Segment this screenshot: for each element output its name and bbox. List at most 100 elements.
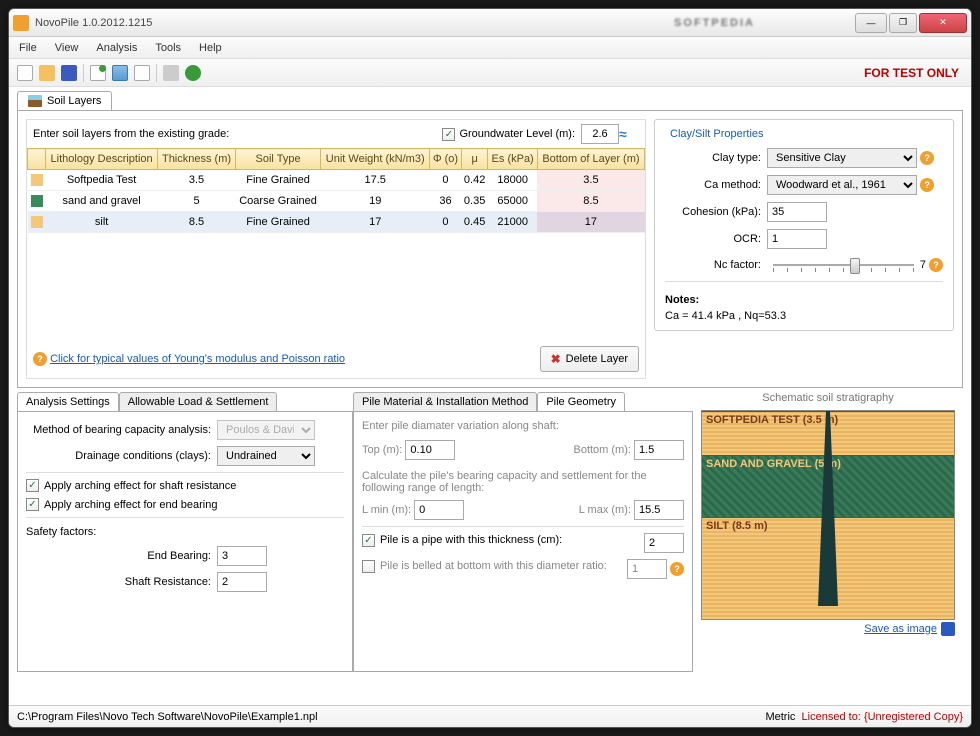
ocr-label: OCR: — [665, 233, 761, 245]
col-lithology[interactable]: Lithology Description — [46, 149, 158, 170]
tab-pile-material[interactable]: Pile Material & Installation Method — [353, 392, 537, 411]
tab-soil-layers[interactable]: Soil Layers — [17, 91, 112, 110]
col-unit-weight[interactable]: Unit Weight (kN/m3) — [321, 149, 430, 170]
ca-method-select[interactable]: Woodward et al., 1961 — [767, 175, 917, 195]
tab-soil-layers-label: Soil Layers — [47, 95, 101, 107]
water-icon: ≈ — [619, 126, 639, 142]
menu-analysis[interactable]: Analysis — [96, 42, 137, 54]
window-title: NovoPile 1.0.2012.1215 — [35, 17, 674, 29]
close-button[interactable]: ✕ — [919, 13, 967, 33]
menubar: File View Analysis Tools Help — [9, 37, 971, 59]
nc-factor-value: 7 — [920, 259, 926, 271]
lmin-label: L min (m): — [362, 504, 411, 516]
stratigraphy-title: Schematic soil stratigraphy — [762, 392, 893, 404]
ocr-input[interactable] — [767, 229, 827, 249]
status-icon[interactable] — [185, 65, 201, 81]
bottom-label: Bottom (m): — [573, 444, 630, 456]
lmin-input[interactable] — [414, 500, 464, 520]
top-input[interactable] — [405, 440, 455, 460]
col-soil-type[interactable]: Soil Type — [235, 149, 321, 170]
open-icon[interactable] — [39, 65, 55, 81]
menu-file[interactable]: File — [19, 42, 37, 54]
stratigraphy-panel: Schematic soil stratigraphy SOFTPEDIA TE… — [693, 392, 963, 672]
print-icon[interactable] — [163, 65, 179, 81]
help-icon[interactable]: ? — [33, 352, 47, 366]
shaft-resistance-input[interactable] — [217, 572, 267, 592]
nc-factor-slider[interactable] — [773, 256, 914, 274]
groundwater-checkbox[interactable]: ✓ Groundwater Level (m): — [442, 128, 575, 141]
drainage-select[interactable]: Undrained — [217, 446, 315, 466]
menu-help[interactable]: Help — [199, 42, 222, 54]
youngs-modulus-link[interactable]: Click for typical values of Young's modu… — [50, 353, 345, 365]
cohesion-input[interactable] — [767, 202, 827, 222]
test-only-label: FOR TEST ONLY — [864, 66, 959, 80]
app-icon — [13, 15, 29, 31]
strat-layer-3-label: SILT (8.5 m) — [706, 520, 768, 617]
disk-icon[interactable] — [941, 622, 955, 636]
help-icon[interactable]: ? — [670, 562, 684, 576]
table-row[interactable]: sand and gravel5Coarse Grained19360.3565… — [28, 191, 645, 212]
help-icon[interactable]: ? — [920, 178, 934, 192]
delete-layer-button[interactable]: ✖ Delete Layer — [540, 346, 639, 372]
safety-factors-title: Safety factors: — [26, 526, 344, 538]
pile-geometry-panel: Pile Material & Installation Method Pile… — [353, 392, 693, 672]
chart-icon[interactable] — [134, 65, 150, 81]
col-es[interactable]: Es (kPa) — [488, 149, 537, 170]
soil-layers-table: Lithology Description Thickness (m) Soil… — [27, 148, 645, 233]
notes-title: Notes: — [665, 294, 943, 306]
col-thickness[interactable]: Thickness (m) — [158, 149, 236, 170]
save-as-image-link[interactable]: Save as image — [864, 623, 937, 635]
lmax-label: L max (m): — [579, 504, 631, 516]
delete-icon: ✖ — [551, 352, 561, 366]
col-bottom[interactable]: Bottom of Layer (m) — [537, 149, 644, 170]
watermark: SOFTPEDIA — [674, 17, 755, 29]
shaft-resistance-label: Shaft Resistance: — [26, 576, 211, 588]
clay-silt-title: Clay/Silt Properties — [667, 128, 767, 140]
soil-layers-panel: Enter soil layers from the existing grad… — [26, 119, 646, 379]
diameter-intro: Enter pile diamater variation along shaf… — [362, 420, 684, 432]
new-icon[interactable] — [17, 65, 33, 81]
col-mu[interactable]: μ — [461, 149, 488, 170]
pile-icon — [808, 411, 848, 621]
tab-analysis-settings[interactable]: Analysis Settings — [17, 392, 119, 411]
units-label: Metric — [765, 711, 795, 723]
menu-tools[interactable]: Tools — [155, 42, 181, 54]
table-row[interactable]: silt8.5Fine Grained1700.452100017 — [28, 212, 645, 233]
groundwater-input[interactable] — [581, 124, 619, 144]
end-bearing-input[interactable] — [217, 546, 267, 566]
tab-pile-geometry[interactable]: Pile Geometry — [537, 392, 625, 411]
clay-type-select[interactable]: Sensitive Clay — [767, 148, 917, 168]
end-bearing-label: End Bearing: — [26, 550, 211, 562]
app-window: NovoPile 1.0.2012.1215 SOFTPEDIA — ❐ ✕ F… — [8, 8, 972, 728]
bottom-input[interactable] — [634, 440, 684, 460]
menu-view[interactable]: View — [55, 42, 79, 54]
clay-silt-panel: Clay/Silt Properties Clay type: Sensitive… — [654, 119, 954, 379]
tab-allowable-load[interactable]: Allowable Load & Settlement — [119, 392, 278, 411]
maximize-button[interactable]: ❐ — [889, 13, 917, 33]
table-icon[interactable] — [112, 65, 128, 81]
arching-shaft-checkbox[interactable]: ✓Apply arching effect for shaft resistan… — [26, 479, 344, 492]
belled-ratio-input[interactable] — [627, 559, 667, 579]
arching-end-checkbox[interactable]: ✓Apply arching effect for end bearing — [26, 498, 344, 511]
cohesion-label: Cohesion (kPa): — [665, 206, 761, 218]
minimize-button[interactable]: — — [855, 13, 887, 33]
license-value: {Unregistered Copy} — [864, 711, 963, 723]
stratigraphy-diagram: SOFTPEDIA TEST (3.5 m) SAND AND GRAVEL (… — [701, 410, 955, 620]
pipe-checkbox[interactable]: ✓Pile is a pipe with this thickness (cm)… — [362, 534, 562, 547]
help-icon[interactable]: ? — [929, 258, 943, 272]
groundwater-label: Groundwater Level (m): — [459, 128, 575, 140]
belled-checkbox[interactable]: Pile is belled at bottom with this diame… — [362, 560, 607, 573]
method-select: Poulos & Davis — [217, 420, 315, 440]
help-icon[interactable]: ? — [920, 151, 934, 165]
nc-factor-label: Nc factor: — [665, 259, 761, 271]
table-row[interactable]: Softpedia Test3.5Fine Grained17.500.4218… — [28, 170, 645, 191]
save-icon[interactable] — [61, 65, 77, 81]
col-phi[interactable]: Φ (o) — [430, 149, 462, 170]
export-icon[interactable] — [90, 65, 106, 81]
main-tabs: Soil Layers — [17, 91, 963, 110]
titlebar[interactable]: NovoPile 1.0.2012.1215 SOFTPEDIA — ❐ ✕ — [9, 9, 971, 37]
clay-type-label: Clay type: — [665, 152, 761, 164]
lmax-input[interactable] — [634, 500, 684, 520]
pipe-thickness-input[interactable] — [644, 533, 684, 553]
drainage-label: Drainage conditions (clays): — [26, 450, 211, 462]
